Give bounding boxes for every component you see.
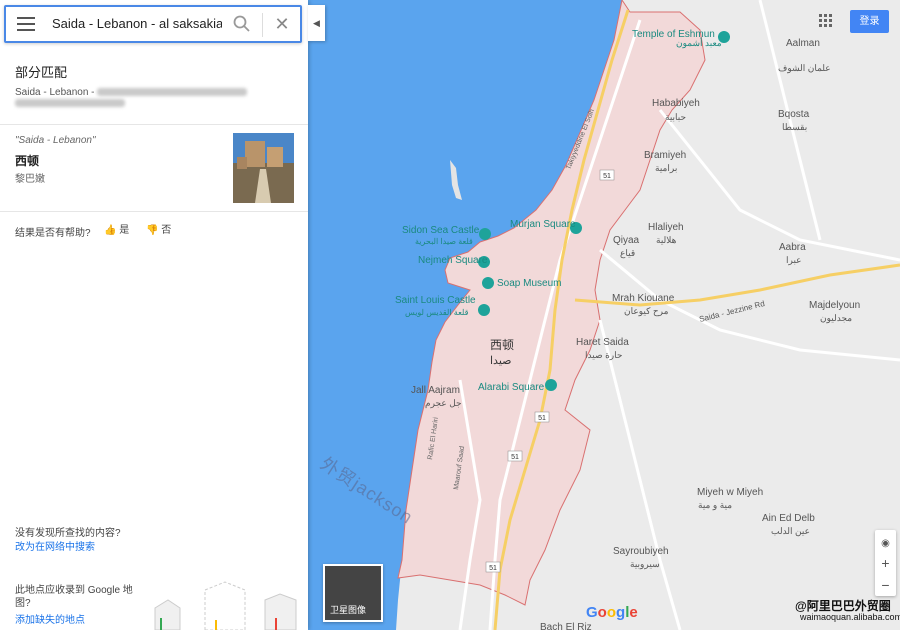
missing-place-text: 此地点应收录到 Google 地图?: [15, 585, 133, 609]
close-icon[interactable]: ✕: [272, 14, 292, 34]
label-haret-saida: Haret Saida: [576, 337, 629, 348]
label-aabra-ar: عبرا: [786, 255, 802, 266]
label-saint-louis-ar: قلعة القديس لويس: [405, 308, 469, 317]
thumbs-down-icon: 👎: [146, 225, 159, 236]
label-hlaliyeh: Hlaliyeh: [648, 222, 684, 233]
svg-text:51: 51: [489, 565, 497, 572]
poi-marker-sidon-sea-castle[interactable]: [479, 228, 491, 240]
route-shield: 51: [507, 450, 523, 462]
zoom-in-button[interactable]: +: [875, 552, 896, 574]
missing-place-illustration: [154, 581, 297, 630]
label-majdelyoun-ar: مجدليون: [820, 313, 852, 324]
label-mrah-kiouane-ar: مرح كيوعان: [624, 306, 669, 317]
search-icon[interactable]: [232, 14, 252, 34]
label-bqosta: Bqosta: [778, 109, 810, 120]
divider: [0, 211, 308, 212]
signin-button[interactable]: 登录: [850, 10, 889, 33]
web-search-link[interactable]: 改为在网络中搜索: [15, 538, 95, 553]
result-country: 黎巴嫩: [15, 174, 45, 185]
svg-text:51: 51: [538, 415, 546, 422]
label-city-zh: 西顿: [490, 338, 514, 352]
zoom-out-button[interactable]: −: [875, 574, 896, 596]
result-name[interactable]: 西顿: [15, 152, 39, 169]
label-miyeh-ar: مية و مية: [698, 500, 732, 511]
label-ain-ed-delb-ar: عين الدلب: [771, 526, 810, 537]
label-alarabi: Alarabi Square: [478, 382, 545, 393]
label-ain-ed-delb: Ain Ed Delb: [762, 513, 815, 524]
label-sidon-sea-castle-ar: قلعة صيدا البحرية: [415, 237, 473, 246]
sidebar: Saida - Lebanon - al saksakia - al ✕ 部分匹…: [0, 0, 308, 630]
label-haret-saida-ar: حارة صيدا: [585, 350, 622, 361]
label-temple-ar: معبد أشمون: [676, 36, 722, 49]
search-divider: [262, 13, 263, 37]
label-aalman: Aalman: [786, 38, 820, 49]
result-thumbnail[interactable]: [233, 133, 294, 203]
label-murjan: Murjan Square: [510, 219, 576, 230]
svg-text:51: 51: [511, 454, 519, 461]
result-query: "Saida - Lebanon": [15, 135, 96, 146]
label-bramiyeh: Bramiyeh: [644, 150, 686, 161]
label-soap-museum: Soap Museum: [497, 278, 561, 289]
label-qiyaa: Qiyaa: [613, 235, 640, 246]
partial-match-text: Saida - Lebanon -: [15, 87, 285, 109]
thumbs-down-button[interactable]: 👎 否: [146, 221, 171, 236]
label-saint-louis: Saint Louis Castle: [395, 295, 476, 306]
poi-marker-saint-louis[interactable]: [478, 304, 490, 316]
label-sidon-sea-castle: Sidon Sea Castle: [402, 225, 480, 236]
search-input[interactable]: Saida - Lebanon - al saksakia - al: [52, 16, 222, 31]
divider: [0, 124, 308, 125]
label-aabra: Aabra: [779, 242, 806, 253]
route-shield: 51: [599, 169, 615, 181]
thumbs-up-icon: 👍: [104, 225, 117, 236]
label-hababiyeh: Hababiyeh: [652, 98, 700, 109]
poi-marker-alarabi-square[interactable]: [545, 379, 557, 391]
label-bach-el-riz: Bach El Riz: [540, 622, 592, 630]
helpful-question: 结果是否有帮助?: [15, 228, 91, 239]
location-icon: ◉: [881, 538, 890, 549]
svg-text:51: 51: [603, 173, 611, 180]
label-majdelyoun: Majdelyoun: [809, 300, 860, 311]
satellite-toggle[interactable]: 卫星图像: [323, 564, 383, 622]
label-jall-aajram-ar: جل عجرم: [425, 398, 462, 409]
route-shield: 51: [534, 411, 550, 423]
label-miyeh: Miyeh w Miyeh: [697, 487, 763, 498]
url-watermark: waimaoquan.alibaba.com: [800, 612, 900, 622]
my-location-button[interactable]: ◉: [875, 530, 896, 552]
apps-grid-icon[interactable]: [819, 14, 833, 28]
label-hlaliyeh-ar: هلالية: [656, 235, 677, 245]
label-hababiyeh-ar: حبابية: [665, 112, 686, 122]
label-bqosta-ar: بقسطا: [782, 122, 807, 132]
google-logo: Google: [586, 604, 638, 621]
label-bramiyeh-ar: برامية: [655, 163, 677, 174]
route-shield: 51: [485, 561, 501, 573]
search-box[interactable]: Saida - Lebanon - al saksakia - al ✕: [4, 5, 302, 43]
label-mrah-kiouane: Mrah Kiouane: [612, 293, 675, 304]
partial-match-title: 部分匹配: [15, 65, 68, 80]
label-nejmeh: Nejmeh Square: [418, 255, 488, 266]
not-found-text: 没有发现所查找的内容?: [15, 528, 121, 539]
label-aalman-ar: علمان الشوف: [778, 63, 831, 74]
label-qiyaa-ar: قياع: [620, 248, 635, 259]
label-jall-aajram: Jall Aajram: [411, 385, 460, 396]
menu-icon[interactable]: [17, 17, 35, 31]
label-sayroubiyeh-ar: سيروبية: [630, 559, 660, 570]
add-missing-place-link[interactable]: 添加缺失的地点: [15, 611, 85, 626]
label-city-ar: صيدا: [490, 355, 512, 367]
label-sayroubiyeh: Sayroubiyeh: [613, 546, 669, 557]
collapse-sidebar-button[interactable]: ◀: [308, 5, 325, 41]
thumbs-up-button[interactable]: 👍 是: [104, 221, 129, 236]
map-controls: ◉ + −: [875, 530, 896, 596]
poi-marker-soap-museum[interactable]: [482, 277, 494, 289]
